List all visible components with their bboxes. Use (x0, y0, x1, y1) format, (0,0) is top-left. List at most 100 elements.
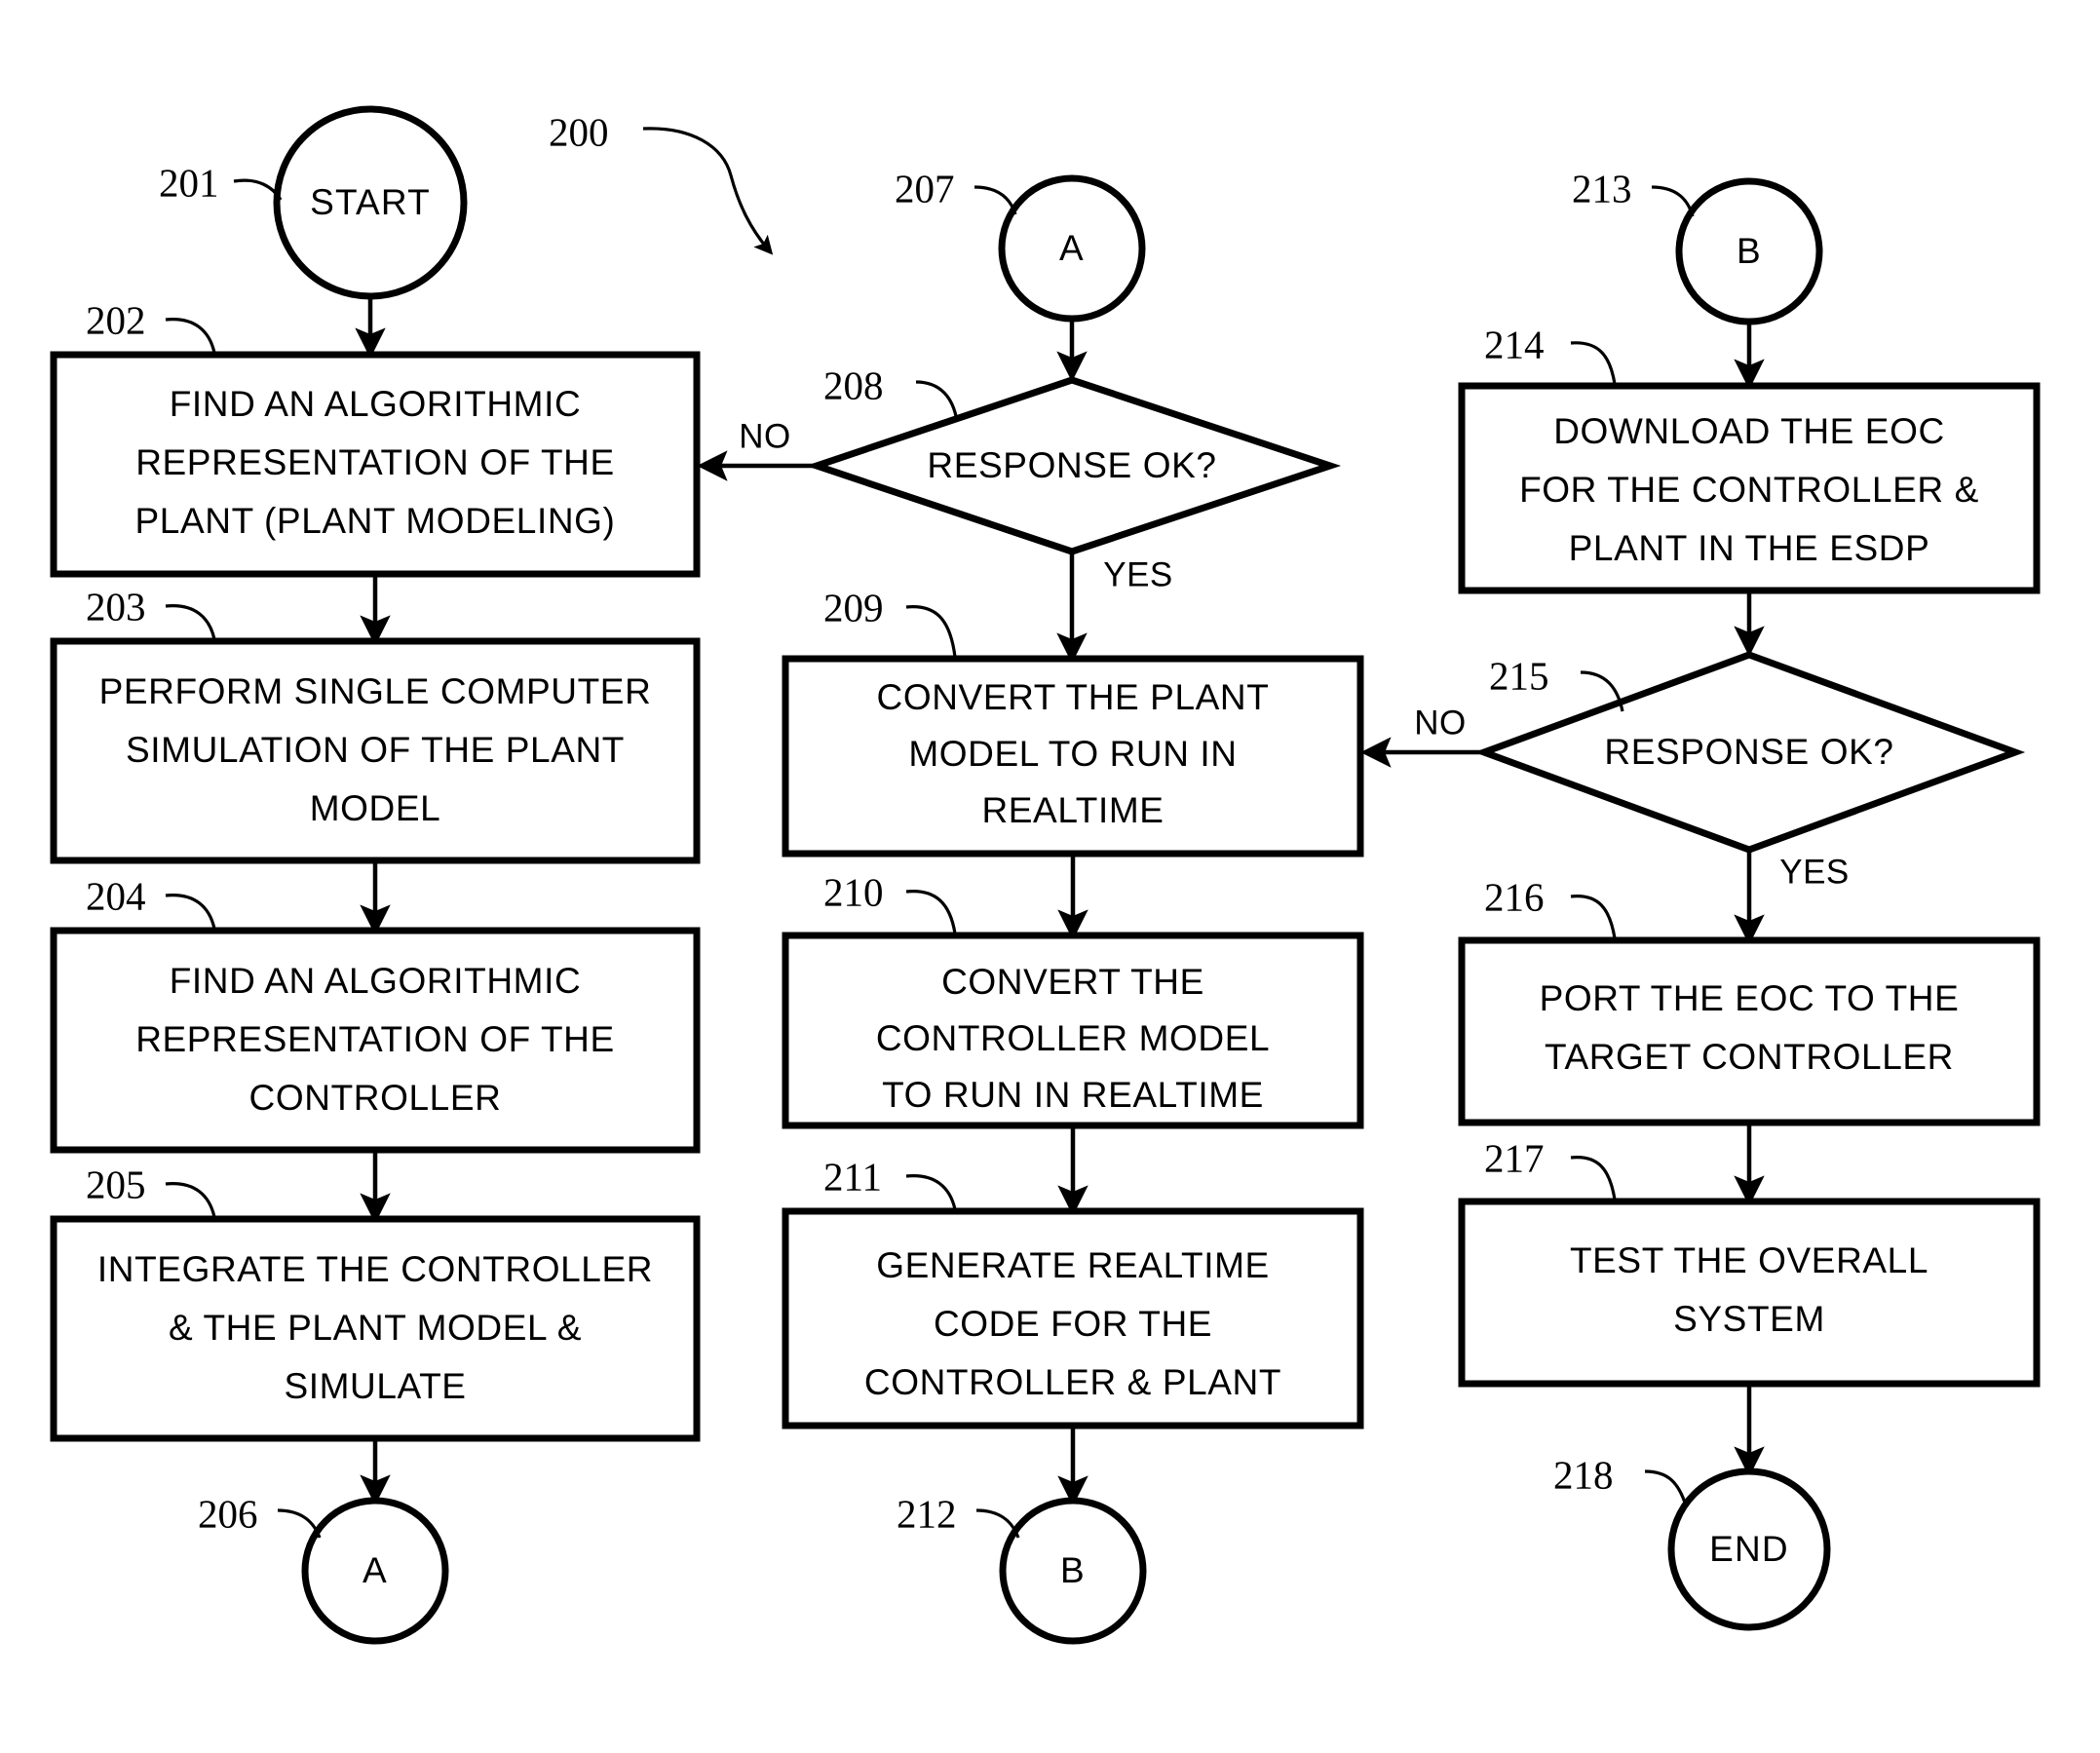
node-process-211[interactable]: GENERATE REALTIME CODE FOR THE CONTROLLE… (782, 1207, 1364, 1429)
process-217-shape (1458, 1198, 2041, 1388)
edge-label-no-215: NO (1414, 704, 1467, 742)
process-209-line3: REALTIME (981, 790, 1164, 830)
process-216-shape (1458, 936, 2041, 1126)
connector-207-label: A (1059, 228, 1085, 268)
leader-line-204 (165, 894, 216, 930)
node-connector-212[interactable]: B (999, 1497, 1147, 1645)
edge-label-yes-208: YES (1103, 555, 1173, 593)
process-203-line3: MODEL (310, 788, 441, 828)
process-202-line3: PLANT (PLANT MODELING) (135, 501, 616, 541)
figure-reference-209: 209 (823, 585, 957, 658)
ref-label-214: 214 (1484, 322, 1545, 366)
ref-label-213: 213 (1572, 166, 1632, 210)
leader-line-213 (1651, 185, 1695, 217)
process-211-line1: GENERATE REALTIME (876, 1245, 1270, 1285)
leader-line-203 (165, 604, 216, 640)
figure-reference-205: 205 (86, 1162, 216, 1218)
process-211-line3: CONTROLLER & PLANT (864, 1362, 1281, 1402)
process-202-line2: REPRESENTATION OF THE (135, 442, 615, 482)
process-205-line2: & THE PLANT MODEL & (169, 1308, 582, 1348)
process-210-line1: CONVERT THE (941, 962, 1204, 1002)
ref-label-208: 208 (823, 362, 884, 407)
node-process-204[interactable]: FIND AN ALGORITHMIC REPRESENTATION OF TH… (50, 927, 701, 1154)
process-214-line2: FOR THE CONTROLLER & (1519, 470, 1979, 510)
ref-label-218: 218 (1553, 1452, 1614, 1497)
leader-line-218 (1644, 1469, 1687, 1504)
figure-reference-213: 213 (1572, 166, 1695, 217)
figure-reference-217: 217 (1484, 1135, 1617, 1200)
ref-label-202: 202 (86, 297, 146, 342)
figure-reference-202: 202 (86, 297, 216, 354)
figure-reference-212: 212 (897, 1491, 1020, 1539)
ref-label-203: 203 (86, 584, 146, 629)
leader-line-200 (642, 127, 774, 255)
process-203-line1: PERFORM SINGLE COMPUTER (99, 671, 652, 711)
node-connector-207[interactable]: A (998, 174, 1146, 323)
figure-reference-207: 207 (895, 166, 1017, 215)
ref-label-205: 205 (86, 1162, 146, 1206)
process-216-line2: TARGET CONTROLLER (1545, 1037, 1954, 1077)
figure-reference-211: 211 (823, 1154, 957, 1210)
node-process-217[interactable]: TEST THE OVERALL SYSTEM (1458, 1198, 2041, 1388)
node-process-202[interactable]: FIND AN ALGORITHMIC REPRESENTATION OF TH… (50, 351, 701, 578)
leader-line-205 (165, 1182, 216, 1218)
connector-213-label: B (1737, 231, 1762, 271)
decision-208-label: RESPONSE OK? (927, 445, 1216, 485)
figure-reference-201: 201 (159, 160, 283, 205)
flowchart-page: 200 START 201 FIND AN ALGORITHMIC REPRES… (0, 0, 2100, 1753)
node-process-203[interactable]: PERFORM SINGLE COMPUTER SIMULATION OF TH… (50, 637, 701, 864)
start-terminator-label: START (310, 182, 431, 222)
node-connector-213[interactable]: B (1675, 177, 1823, 325)
edge-label-yes-215: YES (1779, 853, 1850, 891)
leader-line-216 (1570, 895, 1617, 939)
process-205-line3: SIMULATE (284, 1366, 466, 1406)
figure-reference-208: 208 (823, 362, 959, 422)
process-204-line1: FIND AN ALGORITHMIC (170, 961, 582, 1001)
process-202-line1: FIND AN ALGORITHMIC (170, 384, 582, 424)
figure-reference-203: 203 (86, 584, 216, 640)
node-connector-206[interactable]: A (301, 1497, 449, 1645)
node-decision-215[interactable]: RESPONSE OK? (1473, 651, 2026, 854)
ref-label-210: 210 (823, 869, 884, 914)
ref-label-201: 201 (159, 160, 219, 205)
process-205-line1: INTEGRATE THE CONTROLLER (97, 1249, 653, 1289)
leader-line-202 (165, 318, 216, 354)
ref-label-200: 200 (549, 109, 609, 154)
edge-label-no-208: NO (739, 417, 791, 455)
process-209-line2: MODEL TO RUN IN (908, 734, 1237, 774)
leader-line-214 (1570, 341, 1617, 385)
process-210-line3: TO RUN IN REALTIME (882, 1075, 1264, 1115)
ref-label-206: 206 (198, 1491, 258, 1536)
process-217-line1: TEST THE OVERALL (1570, 1240, 1928, 1280)
figure-reference-206: 206 (198, 1491, 322, 1539)
decision-215-label: RESPONSE OK? (1604, 732, 1893, 772)
node-process-216[interactable]: PORT THE EOC TO THE TARGET CONTROLLER (1458, 936, 2041, 1126)
ref-label-215: 215 (1489, 653, 1549, 698)
node-decision-208[interactable]: RESPONSE OK? (806, 376, 1342, 555)
figure-reference-216: 216 (1484, 874, 1617, 939)
leader-line-210 (905, 890, 957, 934)
figure-reference-200: 200 (549, 109, 774, 255)
figure-reference-204: 204 (86, 873, 216, 930)
figure-reference-210: 210 (823, 869, 957, 934)
ref-label-216: 216 (1484, 874, 1545, 919)
node-process-209[interactable]: CONVERT THE PLANT MODEL TO RUN IN REALTI… (782, 655, 1364, 857)
node-process-205[interactable]: INTEGRATE THE CONTROLLER & THE PLANT MOD… (50, 1215, 701, 1442)
process-214-line1: DOWNLOAD THE EOC (1553, 411, 1945, 451)
ref-label-207: 207 (895, 166, 955, 210)
node-process-210[interactable]: CONVERT THE CONTROLLER MODEL TO RUN IN R… (782, 932, 1364, 1129)
ref-label-217: 217 (1484, 1135, 1545, 1180)
end-terminator-label: END (1709, 1529, 1789, 1569)
node-start-201[interactable]: START (273, 105, 468, 300)
process-204-line2: REPRESENTATION OF THE (135, 1019, 615, 1059)
node-end-218[interactable]: END (1667, 1467, 1831, 1631)
process-203-line2: SIMULATION OF THE PLANT (126, 730, 625, 770)
process-211-line2: CODE FOR THE (934, 1304, 1212, 1344)
leader-line-208 (915, 380, 959, 422)
figure-reference-218: 218 (1553, 1452, 1687, 1504)
leader-line-211 (905, 1174, 957, 1210)
node-process-214[interactable]: DOWNLOAD THE EOC FOR THE CONTROLLER & PL… (1458, 382, 2041, 594)
process-217-line2: SYSTEM (1673, 1299, 1825, 1339)
ref-label-211: 211 (823, 1154, 882, 1199)
leader-line-217 (1570, 1156, 1617, 1200)
